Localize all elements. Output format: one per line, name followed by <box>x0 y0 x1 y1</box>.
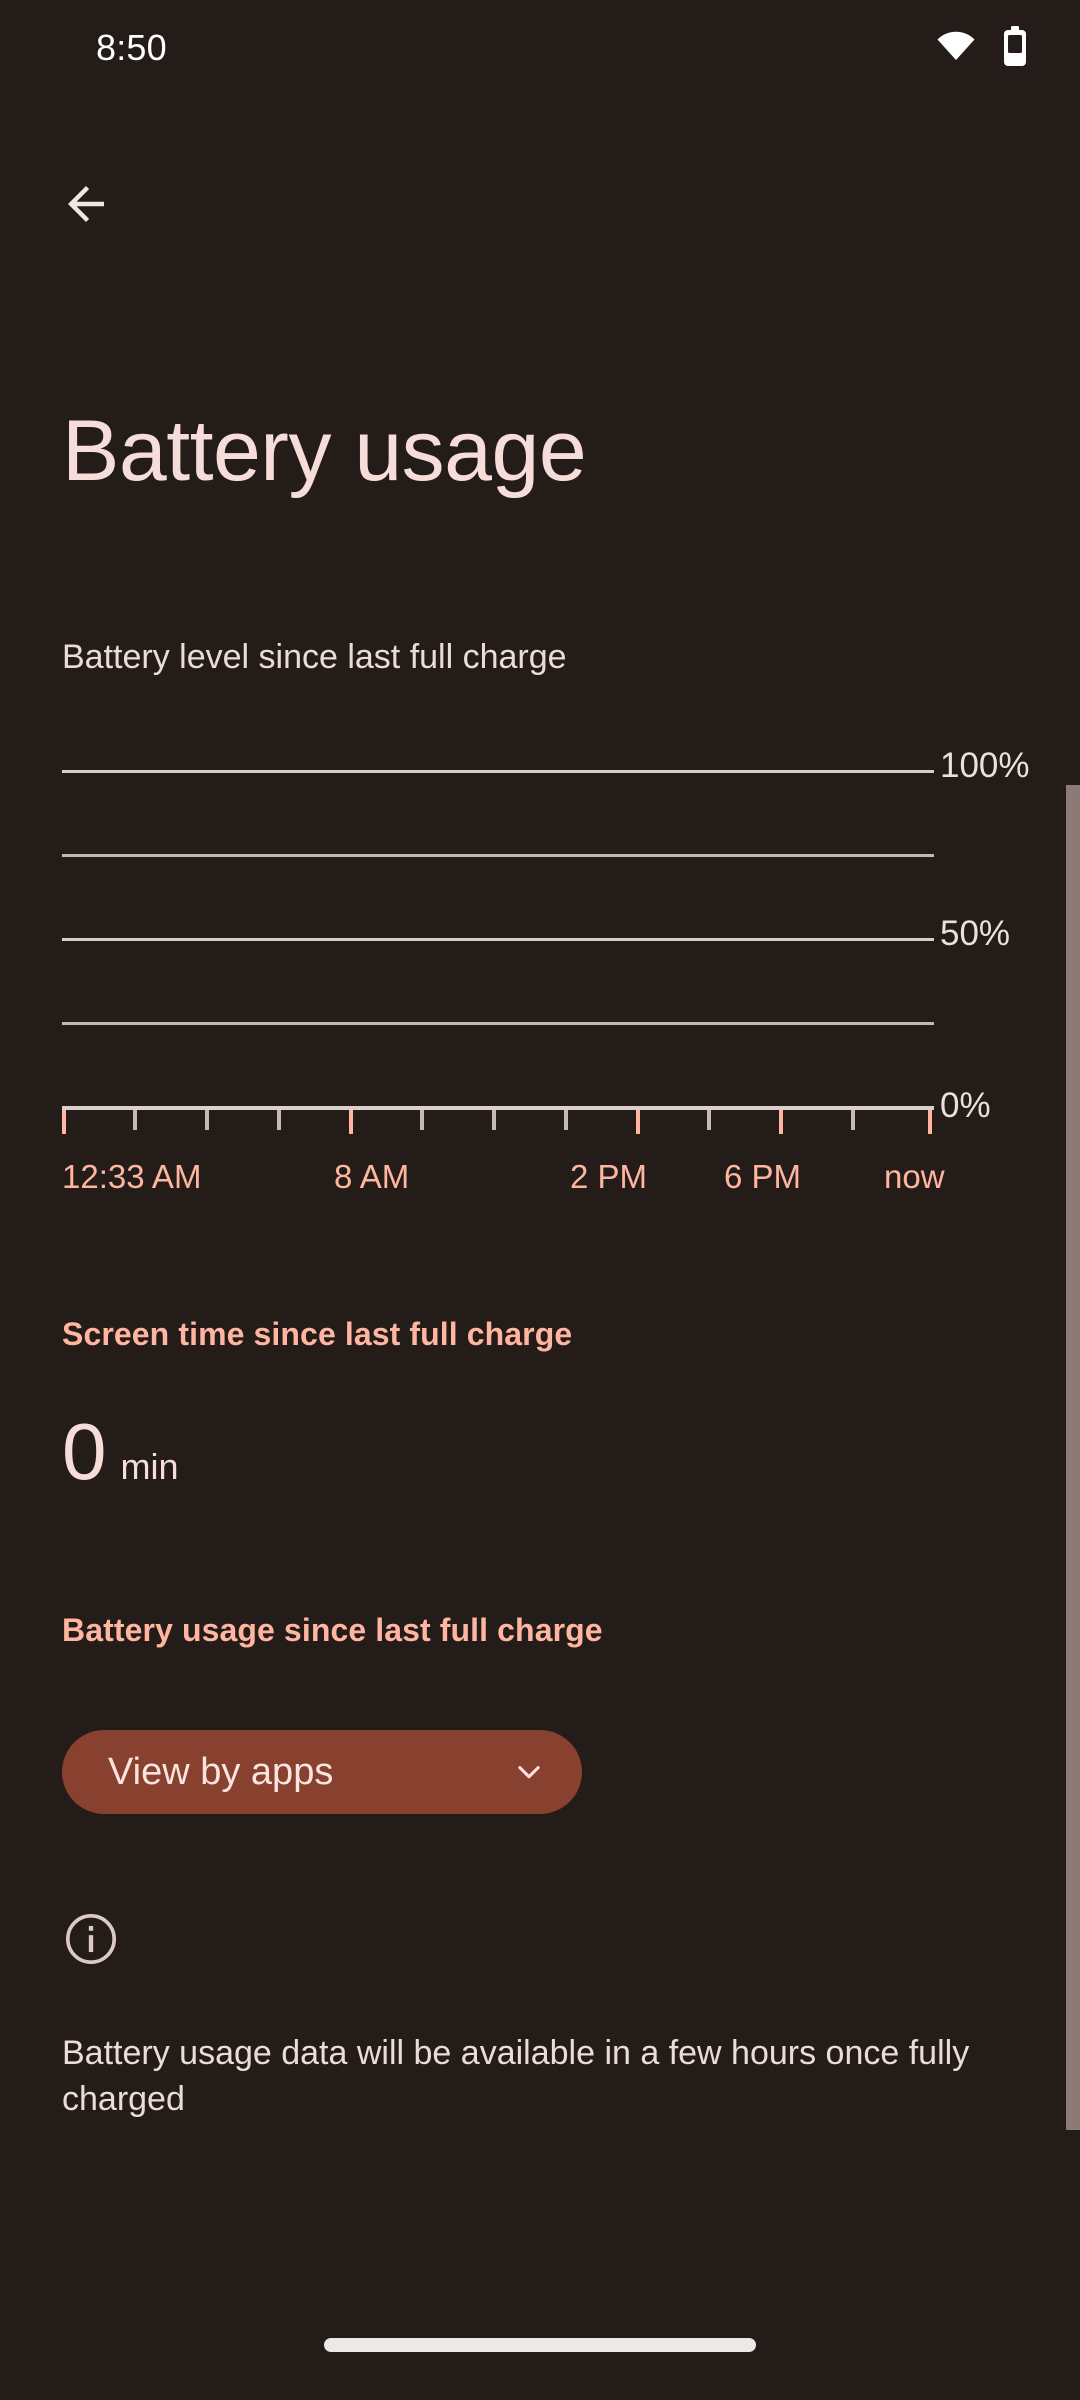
back-button[interactable] <box>38 158 134 254</box>
chart-y-label-50: 50% <box>940 914 1011 953</box>
chart-axis-line <box>62 1106 934 1110</box>
chart-x-axis-labels: 12:33 AM 8 AM 2 PM 6 PM now <box>62 1158 962 1202</box>
chart-x-label: 12:33 AM <box>62 1158 202 1195</box>
chart-tick <box>851 1110 855 1130</box>
view-by-apps-label: View by apps <box>108 1750 334 1793</box>
status-bar-icons <box>936 25 1028 71</box>
chart-tick <box>349 1110 353 1134</box>
chart-tick <box>420 1110 424 1130</box>
chart-tick <box>492 1110 496 1130</box>
battery-level-chart <box>62 770 934 1142</box>
arrow-back-icon <box>59 177 113 236</box>
chart-x-label: now <box>884 1158 945 1195</box>
status-bar: 8:50 <box>0 0 1080 96</box>
chart-gridline-50 <box>62 938 934 941</box>
chart-x-axis <box>62 1106 934 1142</box>
battery-icon <box>1002 25 1028 71</box>
chart-tick <box>62 1110 66 1134</box>
chart-gridline-100 <box>62 770 934 773</box>
chart-tick <box>779 1110 783 1134</box>
screen-time-number: 0 <box>62 1407 107 1496</box>
wifi-icon <box>936 31 976 66</box>
screen-time-value: 0 min <box>62 1412 179 1492</box>
chart-tick <box>636 1110 640 1134</box>
vertical-scrollbar[interactable] <box>1066 785 1080 2130</box>
status-bar-clock: 8:50 <box>96 27 167 68</box>
info-text: Battery usage data will be available in … <box>62 2034 970 2119</box>
chart-tick <box>707 1110 711 1130</box>
view-by-apps-button[interactable]: View by apps <box>62 1730 582 1814</box>
page-title: Battery usage <box>62 403 587 499</box>
screen-time-unit: min <box>120 1446 179 1487</box>
chart-y-label-100: 100% <box>940 746 1030 785</box>
chart-tick <box>205 1110 209 1130</box>
chart-x-label: 6 PM <box>724 1158 802 1195</box>
chart-y-label-0: 0% <box>940 1086 991 1125</box>
home-gesture-pill[interactable] <box>324 2338 756 2352</box>
chart-x-label: 2 PM <box>570 1158 648 1195</box>
chart-x-label: 8 AM <box>334 1158 410 1195</box>
battery-usage-screen: 8:50 Battery usage Battery level since l… <box>0 0 1080 2400</box>
chart-caption: Battery level since last full charge <box>62 638 567 676</box>
chart-tick <box>928 1110 932 1134</box>
chart-tick <box>133 1110 137 1130</box>
chart-y-axis-labels: 100% 50% 0% <box>940 746 1070 1142</box>
info-icon <box>62 1910 120 1973</box>
chart-tick <box>564 1110 568 1130</box>
chart-gridline-75 <box>62 854 934 857</box>
screen-time-heading: Screen time since last full charge <box>62 1316 573 1352</box>
chart-gridline-25 <box>62 1022 934 1025</box>
battery-usage-heading: Battery usage since last full charge <box>62 1612 603 1648</box>
chevron-down-icon <box>510 1753 548 1791</box>
chart-tick <box>277 1110 281 1130</box>
